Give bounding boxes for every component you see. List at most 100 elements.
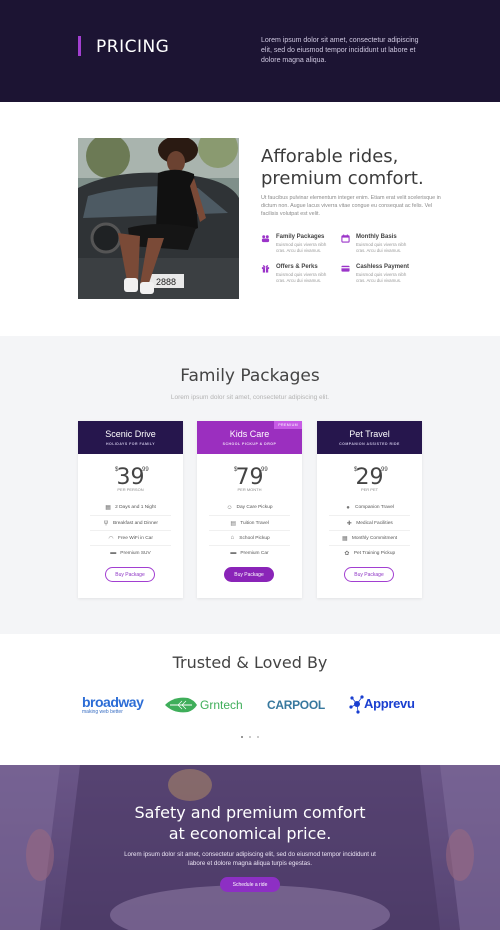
buy-package-button[interactable]: Buy Package — [344, 567, 394, 582]
feature-desc: Euismod quis viverra nibh cras. Arcu dui… — [276, 242, 327, 253]
school-icon: ⌂ — [230, 535, 235, 541]
item-label: Pet Training Pickup — [353, 550, 396, 556]
woman-car-illustration: 2888 — [78, 138, 239, 299]
card-name: Pet Travel — [349, 429, 390, 439]
item-label: School Pickup — [239, 535, 270, 541]
card-price: $ 79 99 PER MONTH — [197, 454, 302, 492]
cta-background — [0, 765, 500, 930]
carousel-dot[interactable] — [241, 736, 243, 738]
cta-paragraph: Lorem ipsum dolor sit amet, consectetur … — [124, 851, 376, 867]
calendar-icon: ▦ — [341, 535, 348, 542]
card-header: PREMIUM Kids Care SCHOOL PICKUP & DROP — [197, 421, 302, 454]
item-label: Free WiFi in Car — [118, 535, 153, 541]
feature-title: Cashless Payment — [356, 264, 410, 270]
hero-description: Lorem ipsum dolor sit amet, consectetur … — [261, 37, 419, 64]
item-label: Monthly Commitment — [351, 535, 398, 541]
calendar-icon: ▦ — [105, 505, 111, 511]
feature-title: Offers & Perks — [276, 264, 318, 270]
card-tag: COMPANION ASSISTED RIDE — [339, 442, 400, 446]
list-item: ▦ Monthly Commitment — [329, 530, 410, 545]
about-heading-line2: premium comfort. — [261, 168, 424, 189]
item-label: 2 Days and 1 Night — [115, 505, 156, 510]
page-title: PRICING — [96, 37, 170, 57]
price-cents: 99 — [142, 467, 149, 473]
list-item: ▤ Tuition Travel — [209, 515, 290, 530]
utensils-icon: ψ — [103, 520, 109, 526]
apprevu-logo: Apprevu — [349, 694, 429, 714]
item-label: Breakfast and Dinner — [112, 520, 159, 526]
family-icon — [261, 235, 270, 243]
book-icon: ▤ — [230, 520, 237, 527]
card-features: ● Companion Travel ✚ Medical Facilities ▦ M… — [317, 500, 422, 560]
price-cents: 99 — [381, 467, 388, 473]
item-label: Tuition Travel — [240, 520, 269, 526]
price-period: PER MONTH — [237, 487, 262, 492]
feature-title: Monthly Basis — [356, 234, 397, 240]
feature-desc: Euismod quis viverra nibh cras. Arcu dui… — [276, 272, 327, 283]
item-label: Premium Car — [240, 550, 269, 556]
list-item: ◠ Free WiFi in Car — [90, 530, 171, 545]
packages-subheading: Lorem ipsum dolor sit amet, consectetur … — [170, 394, 330, 401]
list-item: ▬ Premium Car — [209, 545, 290, 560]
item-label: Companion Travel — [355, 505, 394, 510]
item-label: Premium SUV — [120, 550, 151, 556]
leaf-icon — [165, 697, 197, 713]
price-period: PER PERSON — [117, 487, 144, 492]
card-header: Pet Travel COMPANION ASSISTED RIDE — [317, 421, 422, 454]
ambulance-icon: ✚ — [346, 520, 352, 527]
schedule-ride-button[interactable]: Schedule a ride — [220, 877, 280, 892]
list-item: ▦ 2 Days and 1 Night — [90, 500, 171, 515]
grntech-logo: Grntech — [164, 696, 244, 714]
child-icon: ☺ — [226, 504, 233, 511]
list-item: ψ Breakfast and Dinner — [90, 515, 171, 530]
buy-package-button[interactable]: Buy Package — [224, 567, 274, 582]
about-paragraph: Ut faucibus pulvinar elementum integer e… — [261, 195, 441, 218]
about-heading-line1: Afforable rides, — [261, 146, 399, 167]
pricing-hero: PRICING Lorem ipsum dolor sit amet, cons… — [0, 0, 500, 102]
user-icon: ● — [346, 504, 350, 511]
car-icon: ▬ — [230, 550, 237, 556]
price-period: PER PET — [360, 487, 379, 492]
gift-icon — [261, 265, 270, 273]
card-price: $ 29 99 PER PET — [317, 454, 422, 492]
feature-desc: Euismod quis viverra nibh cras. Arcu dui… — [356, 272, 407, 283]
car-trunk-photo — [0, 765, 500, 930]
card-features: ☺ Day Care Pickup ▤ Tuition Travel ⌂ School… — [197, 500, 302, 560]
woman-car-photo: 2888 — [78, 138, 239, 299]
trusted-heading: Trusted & Loved By — [172, 653, 328, 672]
price-cents: 99 — [261, 467, 268, 473]
broadway-wordmark: broadway — [82, 694, 144, 710]
card-features: ▦ 2 Days and 1 Night ψ Breakfast and Dinne… — [78, 500, 183, 560]
calendar-icon — [341, 234, 350, 243]
hero-accent-bar — [78, 36, 81, 56]
feature-desc: Euismod quis viverra nibh cras. Arcu dui… — [356, 242, 407, 253]
list-item: ☺ Day Care Pickup — [209, 500, 290, 515]
package-card-kids-care: PREMIUM Kids Care SCHOOL PICKUP & DROP $… — [197, 421, 302, 598]
cta-heading: Safety and premium comfort at economical… — [0, 802, 500, 844]
package-card-scenic-drive: Scenic Drive HOLIDAYS FOR FAMILY $ 39 99… — [78, 421, 183, 598]
card-tag: HOLIDAYS FOR FAMILY — [105, 442, 156, 446]
carousel-dot[interactable] — [257, 736, 259, 738]
list-item: ● Companion Travel — [329, 500, 410, 515]
list-item: ▬ Premium SUV — [90, 545, 171, 560]
item-label: Medical Facilities — [356, 520, 393, 526]
item-label: Day Care Pickup — [236, 505, 273, 510]
buy-package-button[interactable]: Buy Package — [105, 567, 155, 582]
carousel-dot[interactable] — [249, 736, 251, 738]
packages-heading: Family Packages — [180, 366, 320, 386]
card-tag: SCHOOL PICKUP & DROP — [222, 442, 277, 446]
card-name: Scenic Drive — [105, 429, 156, 439]
package-card-pet-travel: Pet Travel COMPANION ASSISTED RIDE $ 29 … — [317, 421, 422, 598]
about-heading: Afforable rides, premium comfort. — [261, 146, 424, 190]
cta-heading-line2: at economical price. — [168, 824, 332, 843]
grntech-wordmark: Grntech — [200, 698, 243, 712]
card-price: $ 39 99 PER PERSON — [78, 454, 183, 492]
apprevu-wordmark: Apprevu — [364, 696, 415, 711]
carousel-dots[interactable] — [240, 735, 260, 739]
svg-text:2888: 2888 — [156, 277, 176, 287]
premium-badge: PREMIUM — [274, 421, 302, 429]
list-item: ✚ Medical Facilities — [329, 515, 410, 530]
wifi-icon: ◠ — [108, 535, 114, 542]
car-icon: ▬ — [110, 550, 117, 556]
feature-title: Family Packages — [276, 234, 325, 240]
